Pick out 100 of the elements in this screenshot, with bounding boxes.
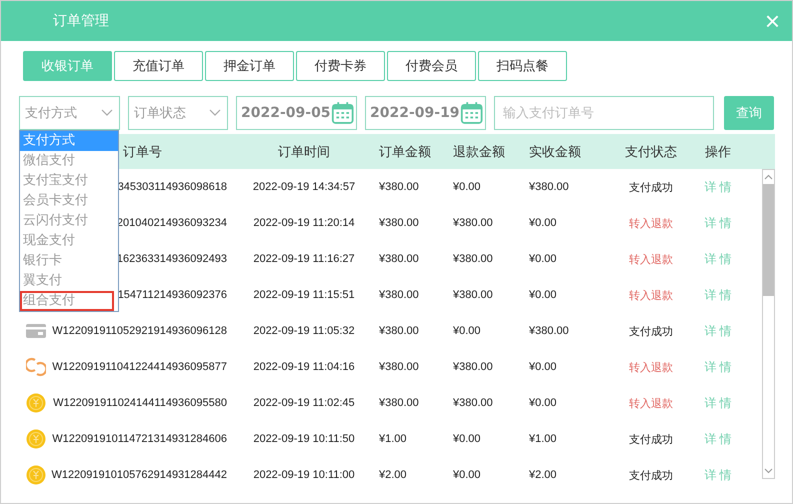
coin-icon bbox=[26, 393, 46, 413]
payment-status: 支付成功 bbox=[628, 180, 674, 194]
details-link[interactable]: 详 情 bbox=[683, 286, 753, 304]
window-title: 订单管理 bbox=[53, 12, 109, 30]
order-number: 201040214936093234 bbox=[116, 217, 227, 229]
dropdown-option[interactable]: 银行卡 bbox=[20, 251, 118, 271]
received-amount: ¥0.00 bbox=[529, 217, 558, 229]
column-header: 操作 bbox=[704, 144, 732, 160]
payment-status: 转入退款 bbox=[628, 396, 674, 410]
dropdown-option[interactable]: 微信支付 bbox=[20, 151, 118, 171]
tab[interactable]: 充值订单 bbox=[114, 51, 203, 81]
order-time: 2022-09-19 11:02:45 bbox=[252, 397, 356, 409]
payment-status: 支付成功 bbox=[628, 324, 674, 338]
received-amount: ¥380.00 bbox=[529, 325, 570, 337]
column-header: 订单时间 bbox=[277, 144, 331, 160]
column-header: 退款金额 bbox=[453, 144, 506, 160]
refund-amount: ¥380.00 bbox=[453, 397, 494, 409]
refund-amount: ¥0.00 bbox=[453, 325, 482, 337]
received-amount: ¥0.00 bbox=[529, 253, 558, 265]
payment-status: 转入退款 bbox=[628, 360, 674, 374]
details-link[interactable]: 详 情 bbox=[683, 178, 753, 196]
payment-status: 支付成功 bbox=[628, 432, 674, 446]
details-link[interactable]: 详 情 bbox=[683, 358, 753, 376]
details-link[interactable]: 详 情 bbox=[683, 250, 753, 268]
order-amount: ¥380.00 bbox=[379, 325, 420, 337]
column-header: 订单金额 bbox=[379, 144, 432, 160]
tab[interactable]: 收银订单 bbox=[23, 51, 112, 81]
date-field[interactable]: 2022-09-05 bbox=[236, 96, 357, 130]
close-button[interactable]: × bbox=[762, 8, 782, 34]
order-time: 2022-09-19 14:34:57 bbox=[252, 181, 356, 193]
column-header: 实收金额 bbox=[529, 144, 582, 160]
order-number: W122091911024144114936095580 bbox=[53, 397, 227, 409]
order-time: 2022-09-19 10:11:50 bbox=[252, 433, 356, 445]
query-button[interactable]: 查询 bbox=[724, 96, 774, 130]
refund-amount: ¥0.00 bbox=[453, 181, 482, 193]
payment-status: 转入退款 bbox=[628, 216, 674, 230]
tab[interactable]: 扫码点餐 bbox=[478, 51, 567, 81]
refund-amount: ¥380.00 bbox=[453, 253, 494, 265]
received-amount: ¥380.00 bbox=[529, 181, 570, 193]
scrollbar[interactable] bbox=[762, 169, 775, 479]
order-number: W122091910105762914931284442 bbox=[51, 469, 227, 481]
details-link[interactable]: 详 情 bbox=[683, 466, 753, 484]
chevron-down-icon bbox=[209, 109, 221, 117]
order-amount: ¥1.00 bbox=[379, 433, 408, 445]
details-link[interactable]: 详 情 bbox=[683, 394, 753, 412]
received-amount: ¥0.00 bbox=[529, 361, 558, 373]
order-amount: ¥380.00 bbox=[379, 181, 420, 193]
column-header: 订单号 bbox=[123, 144, 162, 160]
order-status-select[interactable]: 订单状态 bbox=[128, 96, 228, 130]
scroll-up-icon[interactable] bbox=[764, 174, 773, 180]
payment-status: 支付成功 bbox=[628, 468, 674, 482]
order-number: W122091910114721314931284606 bbox=[52, 433, 227, 445]
dropdown-option[interactable]: 云闪付支付 bbox=[20, 211, 118, 231]
calendar-icon[interactable] bbox=[330, 100, 354, 126]
card-icon bbox=[26, 324, 46, 338]
received-amount: ¥2.00 bbox=[529, 469, 558, 481]
refund-amount: ¥0.00 bbox=[453, 469, 482, 481]
order-amount: ¥380.00 bbox=[379, 253, 420, 265]
order-time: 2022-09-19 11:16:27 bbox=[252, 253, 356, 265]
dropdown-option[interactable]: 会员卡支付 bbox=[20, 191, 118, 211]
order-time: 2022-09-19 11:20:14 bbox=[252, 217, 356, 229]
order-amount: ¥380.00 bbox=[379, 289, 420, 301]
payment-status: 转入退款 bbox=[628, 252, 674, 266]
order-number: 162363314936092493 bbox=[116, 253, 227, 265]
order-amount: ¥2.00 bbox=[379, 469, 408, 481]
swirl-icon bbox=[26, 357, 46, 377]
coin-icon bbox=[26, 429, 46, 449]
dropdown-option[interactable]: 支付宝支付 bbox=[20, 171, 118, 191]
details-link[interactable]: 详 情 bbox=[683, 430, 753, 448]
order-time: 2022-09-19 11:15:51 bbox=[252, 289, 356, 301]
chevron-down-icon bbox=[101, 109, 113, 117]
dropdown-option[interactable]: 现金支付 bbox=[20, 231, 118, 251]
scroll-down-icon[interactable] bbox=[764, 468, 773, 474]
refund-amount: ¥0.00 bbox=[453, 433, 482, 445]
order-number: 154711214936092376 bbox=[118, 289, 227, 301]
order-number: W122091911052921914936096128 bbox=[52, 325, 227, 337]
refund-amount: ¥380.00 bbox=[453, 289, 494, 301]
calendar-icon[interactable] bbox=[460, 100, 483, 126]
refund-amount: ¥380.00 bbox=[453, 217, 494, 229]
order-time: 2022-09-19 11:04:16 bbox=[252, 361, 356, 373]
date-field[interactable]: 2022-09-19 bbox=[365, 96, 486, 130]
column-header: 支付状态 bbox=[624, 144, 678, 160]
tab[interactable]: 付费会员 bbox=[387, 51, 476, 81]
order-amount: ¥380.00 bbox=[379, 397, 420, 409]
details-link[interactable]: 详 情 bbox=[683, 214, 753, 232]
order-amount: ¥380.00 bbox=[379, 217, 420, 229]
dropdown-option[interactable]: 支付方式 bbox=[20, 131, 118, 151]
tab[interactable]: 押金订单 bbox=[205, 51, 294, 81]
received-amount: ¥1.00 bbox=[529, 433, 558, 445]
tab[interactable]: 付费卡券 bbox=[296, 51, 385, 81]
order-number-field[interactable]: 输入支付订单号 bbox=[494, 96, 714, 130]
dropdown-option[interactable]: 翼支付 bbox=[20, 271, 118, 291]
order-number: 345303114936098618 bbox=[118, 181, 227, 193]
dropdown-option[interactable]: 组合支付 bbox=[20, 291, 114, 311]
scrollbar-thumb[interactable] bbox=[763, 184, 774, 296]
order-number: W122091911041224414936095877 bbox=[52, 361, 227, 373]
order-amount: ¥380.00 bbox=[379, 361, 420, 373]
order-time: 2022-09-19 10:11:00 bbox=[252, 469, 356, 481]
payment-method-select[interactable]: 支付方式 bbox=[19, 96, 120, 130]
details-link[interactable]: 详 情 bbox=[683, 322, 753, 340]
